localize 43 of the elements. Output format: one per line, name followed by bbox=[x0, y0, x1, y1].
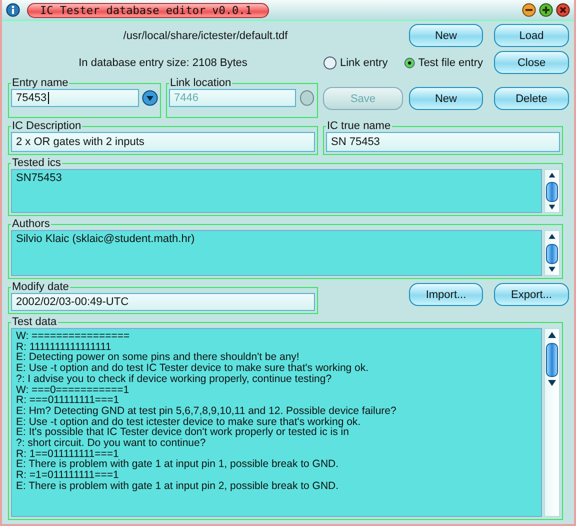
text-line: R: =1=011111111===1 bbox=[16, 470, 119, 481]
group-label: Tested ics bbox=[11, 158, 62, 169]
text-line: E: There is problem with gate 1 at input pin 1, possible break to GND. bbox=[16, 459, 340, 470]
radio-option[interactable]: Test file entry bbox=[404, 56, 483, 70]
text-line: W: ================ bbox=[16, 331, 131, 342]
text-line: E: Use -t option and do test IC Tester device to make sure that's working ok. bbox=[16, 363, 370, 374]
entry-name-field[interactable]: 75453 bbox=[11, 89, 139, 107]
ic-description-field[interactable]: 2 x OR gates with 2 inputs bbox=[11, 132, 315, 152]
group-label: Test data bbox=[11, 317, 58, 328]
file-path: /usr/local/share/ictester/default.tdf bbox=[123, 30, 288, 42]
text-line: Silvio Klaic (sklaic@student.math.hr) bbox=[16, 233, 196, 246]
push-button[interactable]: New bbox=[409, 24, 483, 47]
text-line: ?: short circuit. Do you want to continue? bbox=[16, 438, 207, 449]
push-button[interactable]: Delete bbox=[494, 87, 569, 110]
push-button[interactable]: Load bbox=[494, 24, 569, 47]
modify-date-field[interactable]: 2002/02/03-00:49-UTC bbox=[11, 293, 315, 311]
text-line: E: Detecting power on some pins and there shouldn't be any! bbox=[16, 352, 300, 364]
group-label: IC true name bbox=[326, 121, 392, 132]
group-label: IC Description bbox=[11, 121, 82, 132]
group-label: Entry name bbox=[11, 78, 70, 89]
group-label: Link location bbox=[169, 78, 232, 89]
push-button[interactable]: Export... bbox=[494, 283, 569, 306]
text-line: R: 1==011111111===1 bbox=[16, 448, 119, 460]
group-label: Modify date bbox=[11, 282, 70, 293]
text-area[interactable]: SN75453 bbox=[11, 169, 542, 213]
text-line: SN75453 bbox=[16, 172, 63, 185]
text-line: R: ===011111111===1 bbox=[16, 395, 120, 406]
text-line: R: 1111111111111111 bbox=[16, 342, 112, 352]
text-line: E: There is problem with gate 1 at input pin 2, possible break to GND. bbox=[16, 480, 340, 492]
group-label: Authors bbox=[11, 219, 51, 230]
text-line: E: Use -t option and do test ictester device to make sure that's working ok. bbox=[16, 416, 362, 428]
text-line: ?: I advise you to check if device working properly, continue testing? bbox=[16, 374, 332, 385]
text-line: W: ===0===========1 bbox=[16, 384, 130, 396]
text-line: E: It's possible that IC Tester device don't work properly or tested ic is in bbox=[16, 427, 350, 438]
push-button[interactable]: Close bbox=[494, 51, 569, 74]
radio-option[interactable]: Link entry bbox=[323, 56, 403, 70]
push-button[interactable]: New bbox=[409, 87, 483, 110]
ic-true-name-field[interactable]: SN 75453 bbox=[326, 132, 560, 152]
text-area[interactable]: Silvio Klaic (sklaic@student.math.hr) bbox=[11, 230, 542, 276]
push-button[interactable]: Import... bbox=[409, 283, 483, 306]
text-line: E: Hm? Detecting GND at test pin 5,6,7,8,9,10,11 and 12. Possible device failure? bbox=[16, 406, 398, 417]
window-title: IC Tester database editor v0.0.1 bbox=[27, 2, 269, 18]
entry-size-text: In database entry size: 2108 Bytes bbox=[78, 57, 248, 69]
